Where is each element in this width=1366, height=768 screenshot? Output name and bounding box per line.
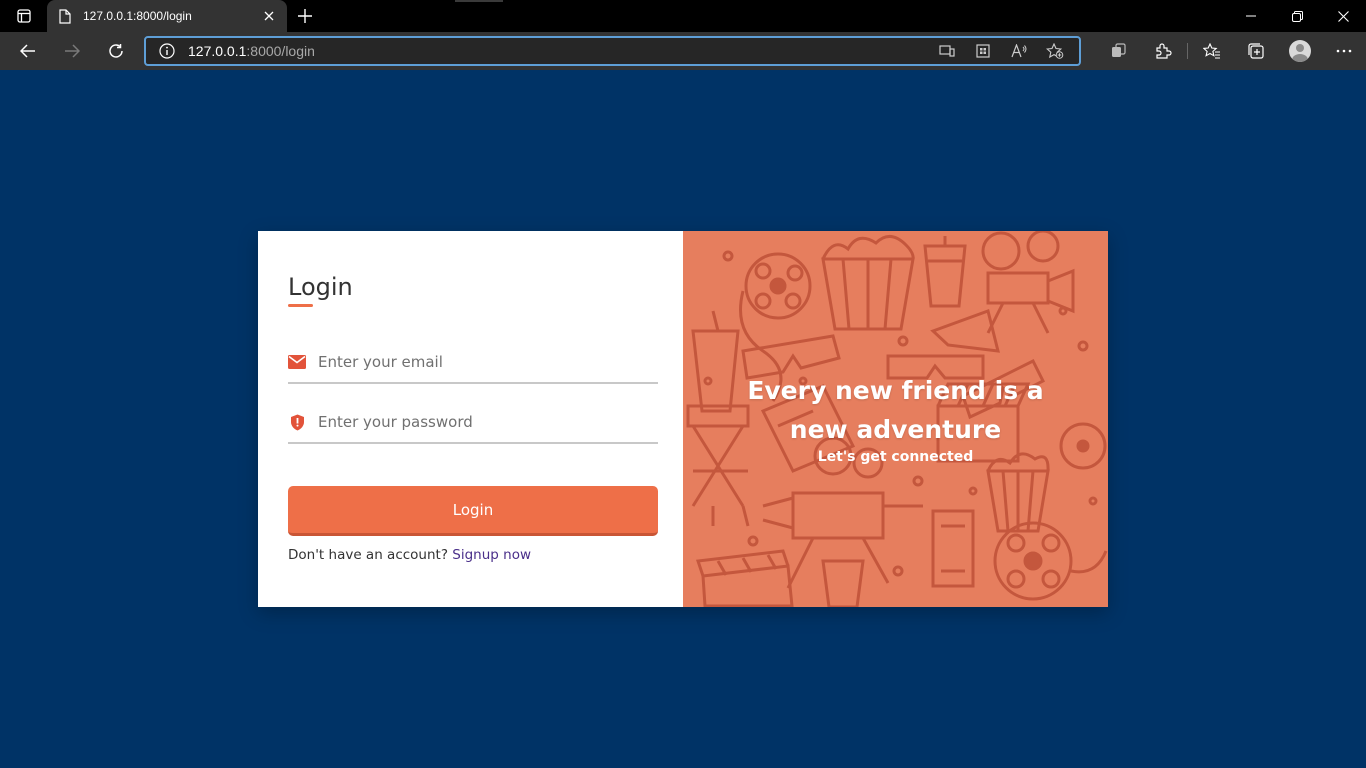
forward-icon[interactable]	[57, 36, 87, 66]
login-form: Login Login Don't have an account? Signu…	[258, 231, 683, 607]
no-account-text: Don't have an account?	[288, 547, 448, 563]
drag-handle	[455, 0, 503, 2]
favorites-icon[interactable]	[1190, 36, 1234, 66]
email-field	[288, 342, 658, 384]
promo-subtitle: Let's get connected	[817, 449, 974, 465]
browser-titlebar: 127.0.0.1:8000/login	[0, 0, 1366, 32]
add-favorite-icon[interactable]	[1037, 41, 1073, 61]
browser-tab[interactable]: 127.0.0.1:8000/login	[47, 0, 287, 32]
restore-icon[interactable]	[1274, 0, 1320, 32]
plus-icon[interactable]	[294, 5, 316, 27]
refresh-icon[interactable]	[101, 36, 131, 66]
collections-icon[interactable]	[1234, 36, 1278, 66]
immersive-reader-icon[interactable]	[929, 41, 965, 61]
signup-link[interactable]: Signup now	[452, 547, 531, 563]
close-window-icon[interactable]	[1320, 0, 1366, 32]
copilot-icon[interactable]	[1097, 36, 1141, 66]
more-icon[interactable]	[1322, 36, 1366, 66]
promo-text: Every new friend is a new adventure Let'…	[683, 371, 1108, 465]
login-button[interactable]: Login	[288, 486, 658, 536]
profile-icon[interactable]	[1278, 36, 1322, 66]
close-icon[interactable]	[259, 6, 279, 26]
shield-icon	[288, 413, 306, 431]
email-input[interactable]	[318, 353, 638, 371]
back-icon[interactable]	[13, 36, 43, 66]
login-card: Login Login Don't have an account? Signu…	[258, 231, 1108, 607]
read-aloud-icon[interactable]	[1001, 41, 1037, 61]
promo-panel: Every new friend is a new adventure Let'…	[683, 231, 1108, 607]
tab-title: 127.0.0.1:8000/login	[83, 9, 192, 23]
title-underline	[288, 304, 313, 307]
signup-row: Don't have an account? Signup now	[288, 547, 531, 563]
envelope-icon	[288, 353, 306, 371]
toolbar-separator	[1187, 43, 1188, 59]
url-path: :8000/login	[246, 43, 315, 59]
tab-actions-icon[interactable]	[10, 6, 38, 26]
extensions-icon[interactable]	[1141, 36, 1185, 66]
url-text[interactable]: 127.0.0.1:8000/login	[188, 43, 315, 59]
info-icon[interactable]	[158, 42, 176, 60]
apps-icon[interactable]	[965, 41, 1001, 61]
promo-title: Every new friend is a new adventure	[747, 376, 1044, 444]
form-title: Login	[288, 273, 353, 301]
password-field	[288, 402, 658, 444]
minimize-icon[interactable]	[1228, 0, 1274, 32]
url-host: 127.0.0.1	[188, 43, 247, 59]
browser-toolbar: 127.0.0.1:8000/login	[0, 32, 1366, 70]
address-bar[interactable]: 127.0.0.1:8000/login	[144, 36, 1081, 66]
password-input[interactable]	[318, 413, 638, 431]
page-icon	[59, 8, 73, 24]
